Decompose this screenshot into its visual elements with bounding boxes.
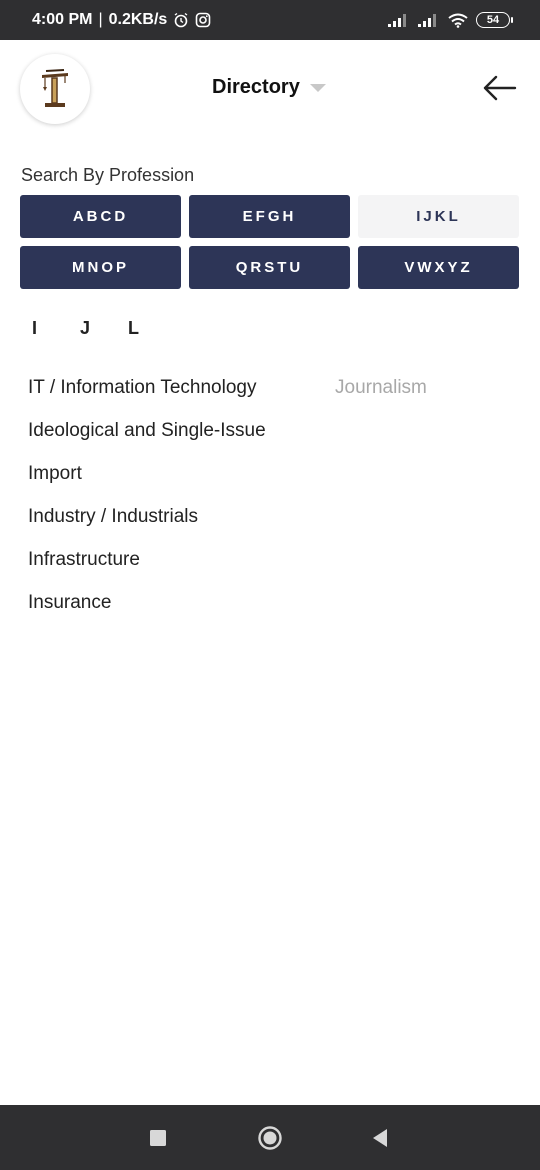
- list-item[interactable]: Industry / Industrials: [28, 503, 328, 546]
- tab-letter-i[interactable]: I: [32, 318, 80, 339]
- status-speed: 0.2KB/s: [108, 11, 168, 28]
- app-header: Directory: [0, 40, 540, 140]
- profession-list: IT / Information Technology Ideological …: [28, 374, 328, 632]
- recent-apps-icon: [150, 1129, 166, 1146]
- letter-group-vwxyz-button[interactable]: VWXYZ: [358, 246, 519, 289]
- list-item[interactable]: Infrastructure: [28, 546, 328, 589]
- letter-group-efgh-button[interactable]: EFGH: [189, 195, 350, 238]
- signal-icon: [418, 13, 440, 27]
- arrow-left-icon: [483, 75, 517, 101]
- alarm-icon: [173, 12, 189, 28]
- sub-letter-tabs: I J L: [32, 318, 176, 339]
- status-bar: 4:00 PM | 0.2KB/s 54: [0, 0, 540, 40]
- status-time: 4:00 PM: [32, 11, 93, 28]
- letter-group-abcd-button[interactable]: ABCD: [20, 195, 181, 238]
- letter-group-ijkl-button[interactable]: IJKL: [358, 195, 519, 238]
- tab-letter-j[interactable]: J: [80, 318, 128, 339]
- system-back-button[interactable]: [350, 1105, 410, 1170]
- letter-group-qrstu-button[interactable]: QRSTU: [189, 246, 350, 289]
- list-item[interactable]: IT / Information Technology: [28, 374, 328, 417]
- status-left: 4:00 PM | 0.2KB/s: [32, 0, 211, 40]
- list-item[interactable]: Insurance: [28, 589, 328, 632]
- status-separator: |: [98, 11, 103, 28]
- crane-logo-icon[interactable]: [20, 54, 90, 124]
- letter-group-grid: ABCD EFGH IJKL MNOP QRSTU VWXYZ: [20, 195, 520, 289]
- directory-dropdown[interactable]: Directory: [212, 76, 326, 99]
- chevron-down-icon: [309, 83, 326, 92]
- signal-icon: [388, 13, 410, 27]
- page-title: Directory: [212, 76, 300, 98]
- letter-group-mnop-button[interactable]: MNOP: [20, 246, 181, 289]
- tab-letter-l[interactable]: L: [128, 318, 176, 339]
- battery-icon: 54: [476, 12, 513, 28]
- list-item-journalism[interactable]: Journalism: [335, 377, 427, 399]
- list-item[interactable]: Ideological and Single-Issue: [28, 417, 328, 460]
- wifi-icon: [448, 13, 468, 28]
- recent-apps-button[interactable]: [128, 1105, 188, 1170]
- status-right: 54: [388, 0, 513, 40]
- back-button[interactable]: [478, 70, 520, 106]
- home-button[interactable]: [240, 1105, 300, 1170]
- back-triangle-icon: [373, 1128, 387, 1147]
- system-nav-bar: [0, 1105, 540, 1170]
- search-by-profession-label: Search By Profession: [21, 165, 195, 185]
- home-icon: [258, 1125, 282, 1150]
- list-item[interactable]: Import: [28, 460, 328, 503]
- instagram-icon: [195, 12, 211, 28]
